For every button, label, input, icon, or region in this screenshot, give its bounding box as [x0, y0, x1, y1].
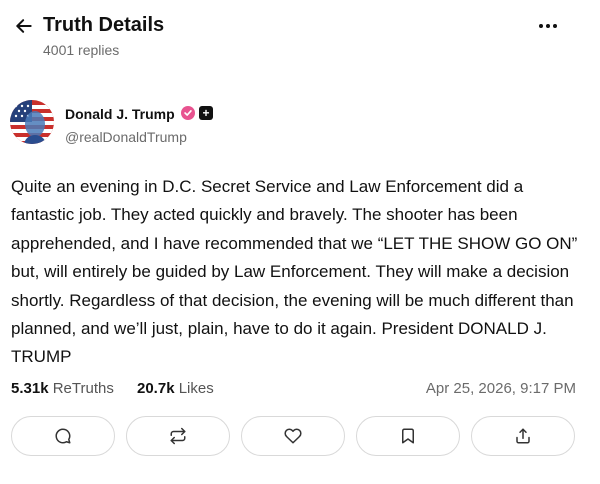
like-heart-icon [284, 428, 302, 444]
retruth-icon [170, 427, 186, 445]
more-options-button[interactable] [531, 14, 565, 38]
likes-stat[interactable]: 20.7k Likes [137, 380, 214, 397]
retruths-count: 5.31k [11, 380, 49, 397]
author-name[interactable]: Donald J. Trump [65, 106, 175, 122]
post-timestamp: Apr 25, 2026, 9:17 PM [425, 380, 576, 397]
author-block: Donald J. Trump + @realDonaldTrump [10, 100, 510, 148]
post-text: Quite an evening in D.C. Secret Service … [11, 177, 578, 367]
retruth-button[interactable] [126, 416, 230, 456]
verified-check-icon [181, 106, 195, 120]
author-handle[interactable]: @realDonaldTrump [65, 129, 187, 145]
back-button[interactable] [11, 13, 37, 39]
bookmark-button[interactable] [356, 416, 460, 456]
page-title: Truth Details [43, 14, 165, 36]
likes-count: 20.7k [137, 380, 175, 397]
action-bar [11, 416, 579, 458]
likes-label: Likes [178, 380, 214, 397]
post-stats: 5.31k ReTruths 20.7k Likes Apr 25, 2026,… [11, 378, 576, 402]
reply-icon [55, 428, 71, 444]
replies-count: 4001 replies [43, 42, 120, 58]
share-icon [516, 428, 530, 444]
share-button[interactable] [471, 416, 575, 456]
reply-button[interactable] [11, 416, 115, 456]
like-button[interactable] [241, 416, 345, 456]
bookmark-icon [402, 428, 414, 444]
arrow-left-icon [16, 19, 32, 33]
header: Truth Details 4001 replies [0, 0, 591, 70]
avatar[interactable] [10, 100, 54, 144]
plus-badge: + [199, 106, 213, 120]
retruths-label: ReTruths [52, 380, 114, 397]
retruths-stat[interactable]: 5.31k ReTruths [11, 380, 114, 397]
more-horizontal-icon [539, 24, 543, 28]
